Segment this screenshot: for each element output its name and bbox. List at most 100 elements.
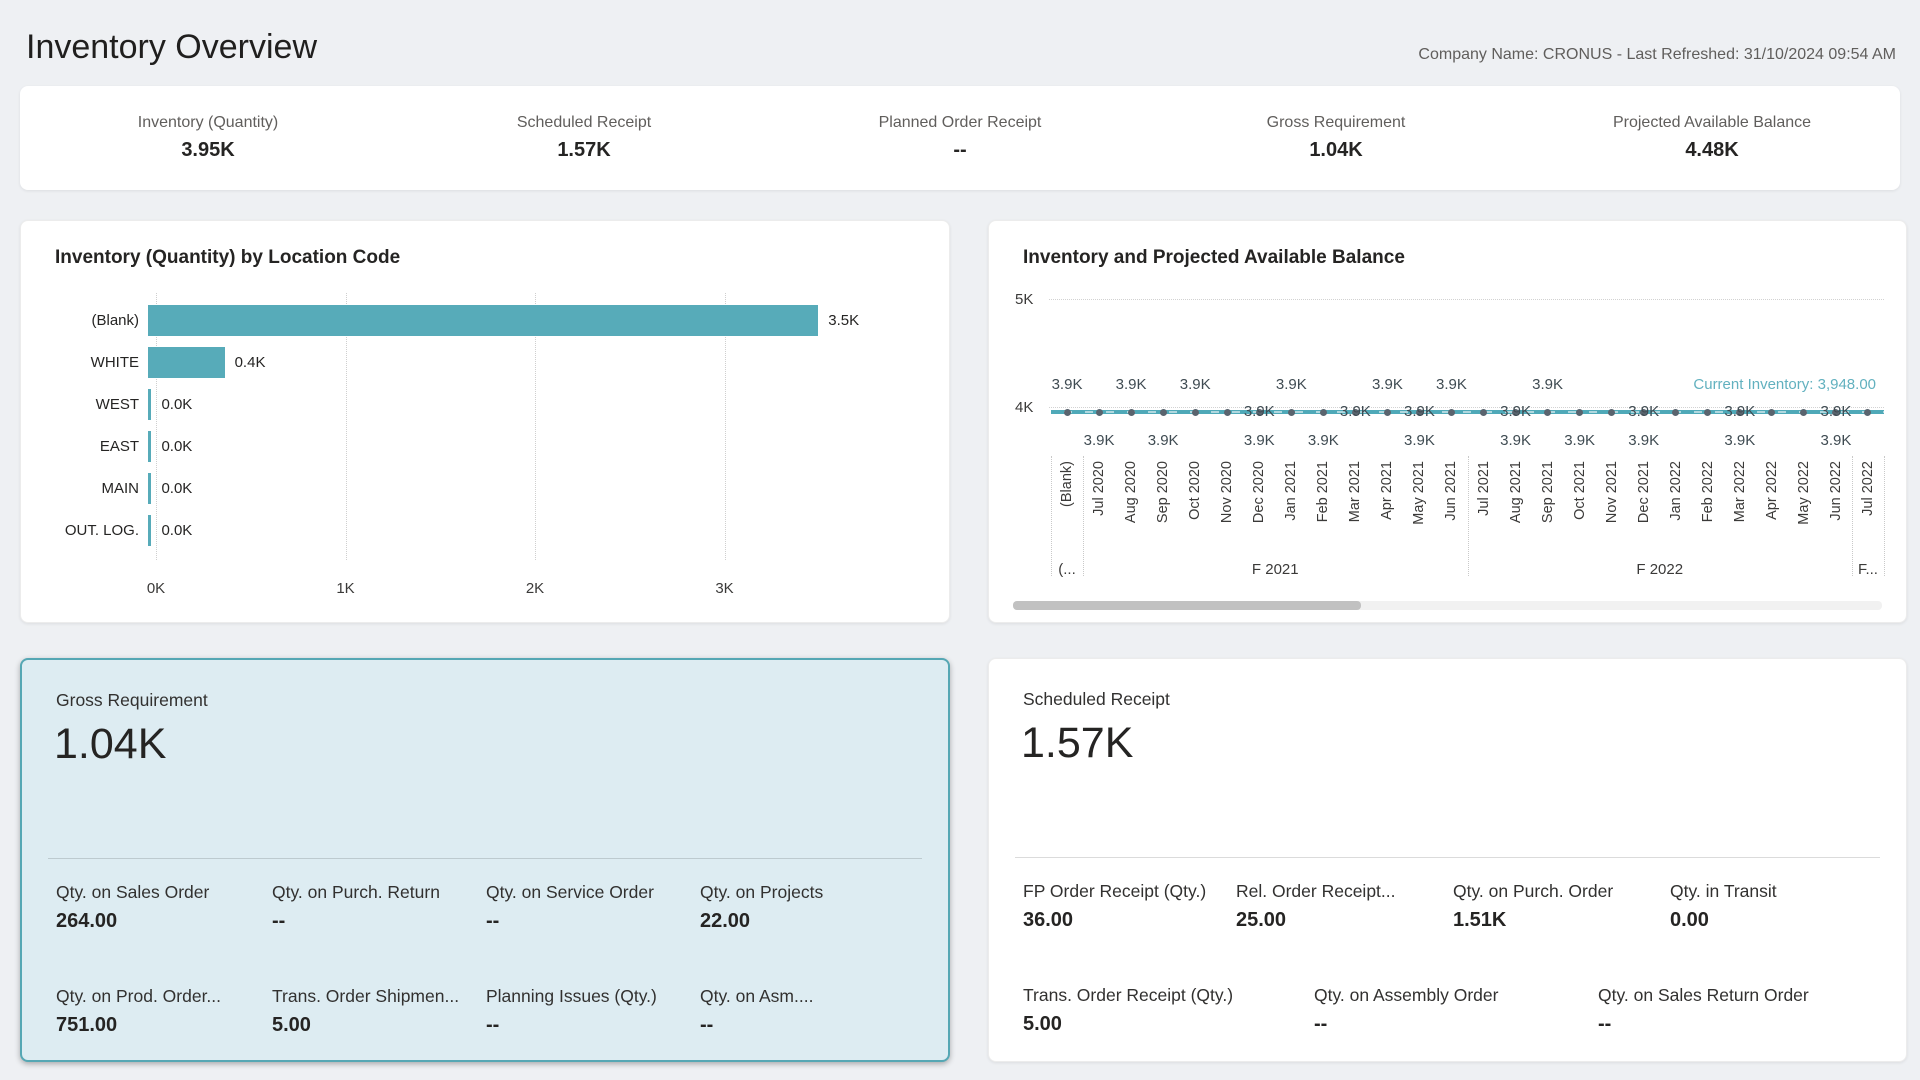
x-axis-month-label: Nov 2021 <box>1603 461 1621 523</box>
data-point-label: 3.9K <box>1724 432 1755 449</box>
bar-fill <box>148 473 151 504</box>
bar-category-label: OUT. LOG. <box>53 522 148 539</box>
bar-main[interactable]: 0.0K <box>148 473 914 504</box>
data-point[interactable] <box>1320 409 1327 416</box>
scheduled-receipt-card[interactable]: Scheduled Receipt 1.57K FP Order Receipt… <box>988 658 1907 1062</box>
data-point[interactable] <box>1384 409 1391 416</box>
axis-group-separator <box>1083 456 1084 576</box>
field-trans-order-shipment: Trans. Order Shipmen... 5.00 <box>272 986 486 1037</box>
x-axis-month-text: May 2022 <box>1796 461 1812 525</box>
bar-value-label: 0.0K <box>161 473 192 504</box>
data-point[interactable] <box>1864 409 1871 416</box>
x-axis-month-text: Apr 2022 <box>1764 461 1780 520</box>
bar-category-label: (Blank) <box>53 312 148 329</box>
field-value: 5.00 <box>272 1014 486 1037</box>
x-axis-month-text: Sep 2021 <box>1540 461 1556 523</box>
data-point[interactable] <box>1064 409 1071 416</box>
bar-chart-title: Inventory (Quantity) by Location Code <box>55 247 400 269</box>
x-axis-month-text: Oct 2021 <box>1572 461 1588 520</box>
chart-scrollbar-thumb[interactable] <box>1013 601 1361 610</box>
kpi-label: Inventory (Quantity) <box>20 114 396 132</box>
x-axis-month-label: Feb 2021 <box>1314 461 1332 522</box>
x-axis-month-text: Nov 2021 <box>1604 461 1620 523</box>
x-axis-month-text: Mar 2022 <box>1732 461 1748 522</box>
data-point[interactable] <box>1192 409 1199 416</box>
field-rel-order-receipt: Rel. Order Receipt... 25.00 <box>1236 881 1453 932</box>
field-value: 36.00 <box>1023 909 1236 932</box>
data-point[interactable] <box>1224 409 1231 416</box>
kpi-scheduled-receipt[interactable]: Scheduled Receipt 1.57K <box>396 114 772 162</box>
x-axis-month-text: Oct 2020 <box>1187 461 1203 520</box>
line-chart-card: Inventory and Projected Available Balanc… <box>988 220 1907 623</box>
company-refresh-info: Company Name: CRONUS - Last Refreshed: 3… <box>1418 46 1896 64</box>
data-point-label: 3.9K <box>1404 432 1435 449</box>
data-point[interactable] <box>1576 409 1583 416</box>
data-point-label: 3.9K <box>1148 432 1179 449</box>
x-axis-month-label: Jul 2021 <box>1475 461 1493 516</box>
field-qty-sales-return-order: Qty. on Sales Return Order -- <box>1598 985 1888 1036</box>
field-qty-assembly-order: Qty. on Assembly Order -- <box>1314 985 1598 1036</box>
gross-requirement-card[interactable]: Gross Requirement 1.04K Qty. on Sales Or… <box>20 658 950 1062</box>
data-point[interactable] <box>1448 409 1455 416</box>
line-plot: (Blank)3.9KJul 20203.9KAug 20203.9KSep 2… <box>1051 221 1884 622</box>
field-label: Trans. Order Shipmen... <box>272 986 486 1007</box>
field-label: Qty. on Projects <box>700 882 930 903</box>
bar-value-label: 0.0K <box>161 515 192 546</box>
field-value: 5.00 <box>1023 1013 1314 1036</box>
chart-scrollbar-track[interactable] <box>1013 601 1882 610</box>
data-point[interactable] <box>1096 409 1103 416</box>
field-value: 0.00 <box>1670 909 1888 932</box>
kpi-gross-requirement[interactable]: Gross Requirement 1.04K <box>1148 114 1524 162</box>
x-axis-month-label: Jul 2022 <box>1859 461 1877 516</box>
kpi-planned-order-receipt[interactable]: Planned Order Receipt -- <box>772 114 1148 162</box>
data-point[interactable] <box>1704 409 1711 416</box>
x-axis-month-text: Aug 2021 <box>1508 461 1524 523</box>
x-axis-month-label: Jan 2022 <box>1667 461 1685 521</box>
bar-east[interactable]: 0.0K <box>148 431 914 462</box>
x-axis-month-label: May 2022 <box>1795 461 1813 525</box>
bar-white[interactable]: 0.4K <box>148 347 914 378</box>
kpi-inventory-quantity[interactable]: Inventory (Quantity) 3.95K <box>20 114 396 162</box>
bar-fill <box>148 347 225 378</box>
bar-category-label: WHITE <box>53 354 148 371</box>
field-label: Qty. on Sales Order <box>56 882 272 903</box>
data-point[interactable] <box>1608 409 1615 416</box>
x-axis-month-label: Jun 2022 <box>1827 461 1845 521</box>
kpi-projected-available-balance[interactable]: Projected Available Balance 4.48K <box>1524 114 1900 162</box>
fields-row: FP Order Receipt (Qty.) 36.00 Rel. Order… <box>1023 881 1888 932</box>
data-point[interactable] <box>1480 409 1487 416</box>
card-title: Scheduled Receipt <box>1023 689 1170 710</box>
bar-west[interactable]: 0.0K <box>148 389 914 420</box>
field-value: 1.51K <box>1453 909 1670 932</box>
x-axis-month-text: May 2021 <box>1411 461 1427 525</box>
fields-row: Qty. on Prod. Order... 751.00 Trans. Ord… <box>56 986 930 1037</box>
x-axis-month-label: Dec 2021 <box>1635 461 1653 523</box>
data-point[interactable] <box>1672 409 1679 416</box>
field-qty-projects: Qty. on Projects 22.00 <box>700 882 930 933</box>
data-point[interactable] <box>1768 409 1775 416</box>
data-point-label: 3.9K <box>1276 376 1307 393</box>
data-point[interactable] <box>1160 409 1167 416</box>
bar-blank[interactable]: 3.5K <box>148 305 914 336</box>
data-point[interactable] <box>1128 409 1135 416</box>
field-qty-sales-order: Qty. on Sales Order 264.00 <box>56 882 272 933</box>
field-label: Qty. on Purch. Return <box>272 882 486 903</box>
data-point[interactable] <box>1544 409 1551 416</box>
data-point[interactable] <box>1800 409 1807 416</box>
x-axis-month-text: Dec 2020 <box>1251 461 1267 523</box>
x-axis-month-label: Jan 2021 <box>1282 461 1300 521</box>
x-axis-month-label: Aug 2020 <box>1122 461 1140 523</box>
data-point-label: 3.9K <box>1628 403 1659 420</box>
bar-fill <box>148 389 151 420</box>
field-qty-purch-return: Qty. on Purch. Return -- <box>272 882 486 933</box>
bar-row: OUT. LOG. 0.0K <box>53 515 914 546</box>
bar-out-log[interactable]: 0.0K <box>148 515 914 546</box>
projected-balance-line <box>1051 411 1884 413</box>
axis-group-separator <box>1852 456 1853 576</box>
data-point-label: 3.9K <box>1500 403 1531 420</box>
field-label: Qty. on Asm.... <box>700 986 930 1007</box>
x-axis-month-text: Feb 2022 <box>1700 461 1716 522</box>
x-axis-month-label: Nov 2020 <box>1218 461 1236 523</box>
bar-row: WHITE 0.4K <box>53 347 914 378</box>
data-point[interactable] <box>1288 409 1295 416</box>
